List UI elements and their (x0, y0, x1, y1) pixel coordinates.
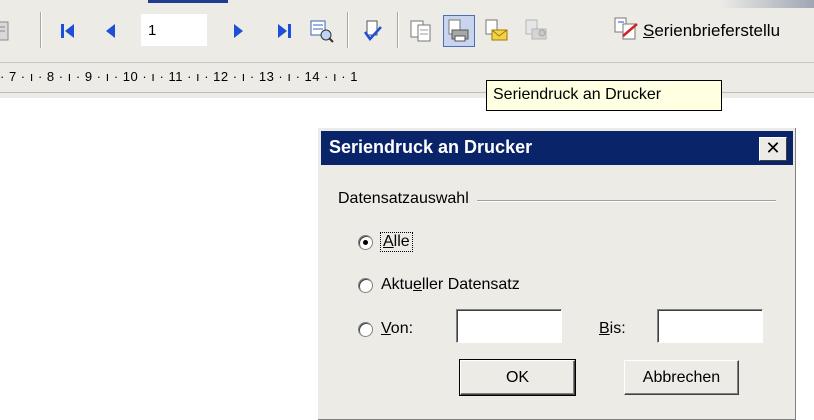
toolbar-top-accent (148, 0, 228, 3)
dialog-titlebar: Seriendruck an Drucker ✕ (321, 131, 793, 165)
radio-label-alle: Alle (380, 232, 413, 252)
bis-input[interactable] (657, 309, 763, 343)
mail-merge-wizard-label: Serienbrieferstellu (643, 21, 781, 40)
ok-button[interactable]: OK (459, 359, 576, 396)
mail-merge-toolbar: Serienbrieferstellu (0, 0, 814, 63)
first-record-icon[interactable] (52, 15, 84, 47)
last-record-icon[interactable] (268, 15, 300, 47)
edit-source-icon[interactable] (0, 15, 18, 47)
dialog-title: Seriendruck an Drucker (329, 137, 533, 157)
toolbar-top-gradient (720, 0, 814, 8)
radio-button-alle[interactable] (358, 234, 373, 250)
toolbar-separator (40, 12, 42, 48)
cancel-button[interactable]: Abbrechen (624, 360, 739, 395)
radio-label-von: Von: (381, 320, 414, 337)
tooltip: Seriendruck an Drucker (486, 80, 722, 111)
check-errors-icon[interactable] (357, 15, 389, 47)
merge-to-new-document-icon[interactable] (405, 15, 437, 47)
print-merge-dialog: Seriendruck an Drucker ✕ Datensatzauswah… (317, 127, 796, 420)
radio-label-aktueller-datensatz: Aktueller Datensatz (381, 276, 520, 293)
mail-merge-wizard-icon (613, 16, 639, 46)
von-input[interactable] (456, 309, 562, 343)
find-record-icon[interactable] (306, 15, 338, 47)
close-icon: ✕ (765, 138, 781, 159)
mail-merge-wizard-button[interactable]: Serienbrieferstellu (613, 15, 780, 47)
previous-record-icon[interactable] (95, 15, 127, 47)
ruler-scale: · 7 · ı · 8 · ı · 9 · ı · 10 · ı · 11 · … (0, 69, 358, 84)
merge-to-email-icon[interactable] (480, 15, 512, 47)
radio-option-von[interactable]: Von: (358, 320, 413, 338)
radio-button-aktueller-datensatz[interactable] (358, 277, 373, 293)
record-number-input[interactable] (141, 14, 207, 46)
radio-option-alle[interactable]: Alle (358, 232, 413, 252)
merge-to-fax-icon[interactable] (520, 15, 552, 47)
merge-to-printer-icon[interactable] (443, 15, 475, 47)
toolbar-separator (347, 12, 349, 48)
bis-label: Bis: (599, 320, 626, 337)
toolbar-separator (397, 12, 399, 48)
group-label: Datensatzauswahl (338, 190, 477, 208)
radio-option-aktueller-datensatz[interactable]: Aktueller Datensatz (358, 276, 520, 294)
radio-button-von[interactable] (358, 321, 373, 337)
close-button[interactable]: ✕ (759, 137, 787, 161)
next-record-icon[interactable] (222, 15, 254, 47)
